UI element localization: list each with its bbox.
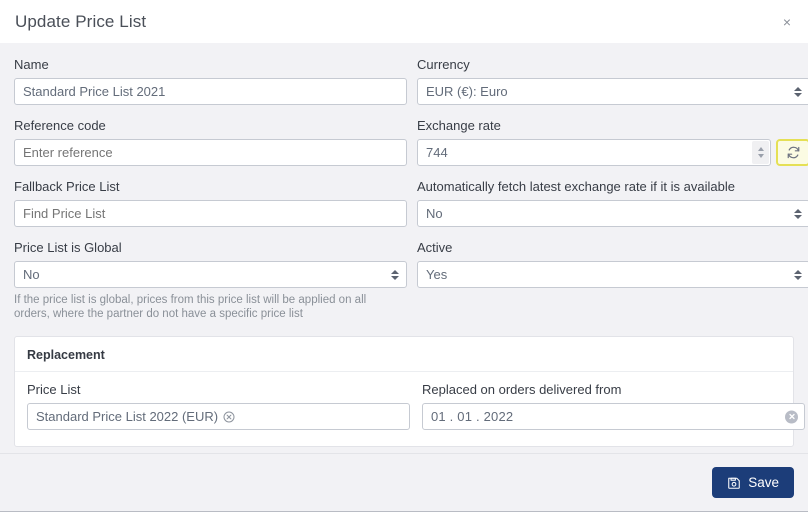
update-price-list-modal: Update Price List × Name Reference code … (0, 0, 808, 512)
close-icon[interactable]: × (778, 13, 796, 31)
replacement-card-title: Replacement (15, 337, 793, 372)
field-fallback-price-list: Fallback Price List (14, 179, 407, 227)
field-auto-fetch-rate: Automatically fetch latest exchange rate… (417, 179, 808, 227)
exchange-rate-number-wrap (417, 139, 771, 166)
reference-code-label: Reference code (14, 118, 106, 133)
replaced-from-value: 01 . 01 . 2022 (422, 403, 805, 430)
currency-value: EUR (€): Euro (417, 78, 808, 105)
price-list-is-global-label: Price List is Global (14, 240, 122, 255)
field-currency: Currency EUR (€): Euro (417, 57, 808, 105)
page-title: Update Price List (15, 11, 147, 31)
form-column-left: Name Reference code Fallback Price List … (14, 57, 407, 333)
replaced-from-label: Replaced on orders delivered from (422, 382, 622, 397)
active-select[interactable]: Yes (417, 261, 808, 288)
active-label: Active (417, 240, 453, 255)
save-disk-icon (727, 476, 741, 490)
fallback-price-list-label: Fallback Price List (14, 179, 120, 194)
field-active: Active Yes (417, 240, 808, 288)
currency-label: Currency (417, 57, 470, 72)
auto-fetch-rate-label: Automatically fetch latest exchange rate… (417, 179, 735, 194)
replacement-price-list-label: Price List (27, 382, 81, 397)
price-list-is-global-value: No (14, 261, 407, 288)
active-value: Yes (417, 261, 808, 288)
price-list-is-global-select[interactable]: No (14, 261, 407, 288)
quantity-stepper[interactable] (752, 141, 769, 164)
form-column-right: Currency EUR (€): Euro Exchange rate 744… (417, 57, 808, 333)
name-label: Name (14, 57, 49, 72)
refresh-exchange-rate-button[interactable] (776, 139, 808, 166)
auto-fetch-rate-value: No (417, 200, 808, 227)
clear-circle-icon[interactable] (223, 411, 235, 423)
reference-code-input[interactable] (14, 139, 407, 166)
modal-header: Update Price List × (0, 0, 808, 43)
exchange-rate-label: Exchange rate (417, 118, 501, 133)
replacement-row: Price List Standard Price List 2022 (EUR… (27, 382, 805, 430)
replacement-card: Replacement Price List Standard Price Li… (14, 336, 805, 447)
auto-fetch-rate-select[interactable]: No (417, 200, 808, 227)
save-button[interactable]: Save (712, 467, 794, 498)
clear-circle-filled-icon[interactable] (785, 410, 798, 423)
price-list-is-global-help: If the price list is global, prices from… (14, 294, 367, 320)
field-price-list-is-global: Price List is Global No (14, 240, 407, 288)
modal-footer: Save (0, 453, 808, 511)
form-row-1: Name Reference code Fallback Price List … (14, 57, 808, 333)
replaced-from-field[interactable]: 01 . 01 . 2022 (422, 403, 805, 430)
name-input[interactable] (14, 78, 407, 105)
field-replacement-price-list: Price List Standard Price List 2022 (EUR… (27, 382, 410, 430)
replacement-price-list-field[interactable]: Standard Price List 2022 (EUR) (27, 403, 410, 430)
save-button-label: Save (748, 475, 779, 490)
modal-body: Name Reference code Fallback Price List … (0, 43, 808, 453)
field-name: Name (14, 57, 407, 105)
currency-select[interactable]: EUR (€): Euro (417, 78, 808, 105)
field-replaced-from: Replaced on orders delivered from 01 . 0… (422, 382, 805, 430)
replacement-price-list-value: Standard Price List 2022 (EUR) (36, 409, 219, 424)
replacement-price-list-control: Standard Price List 2022 (EUR) (27, 403, 410, 430)
field-exchange-rate: Exchange rate (417, 118, 808, 166)
field-reference-code: Reference code (14, 118, 407, 166)
fallback-price-list-input[interactable] (14, 200, 407, 227)
exchange-rate-input[interactable] (417, 139, 771, 166)
exchange-rate-group (417, 139, 808, 166)
refresh-icon (786, 145, 801, 160)
replacement-card-body: Price List Standard Price List 2022 (EUR… (15, 372, 805, 430)
